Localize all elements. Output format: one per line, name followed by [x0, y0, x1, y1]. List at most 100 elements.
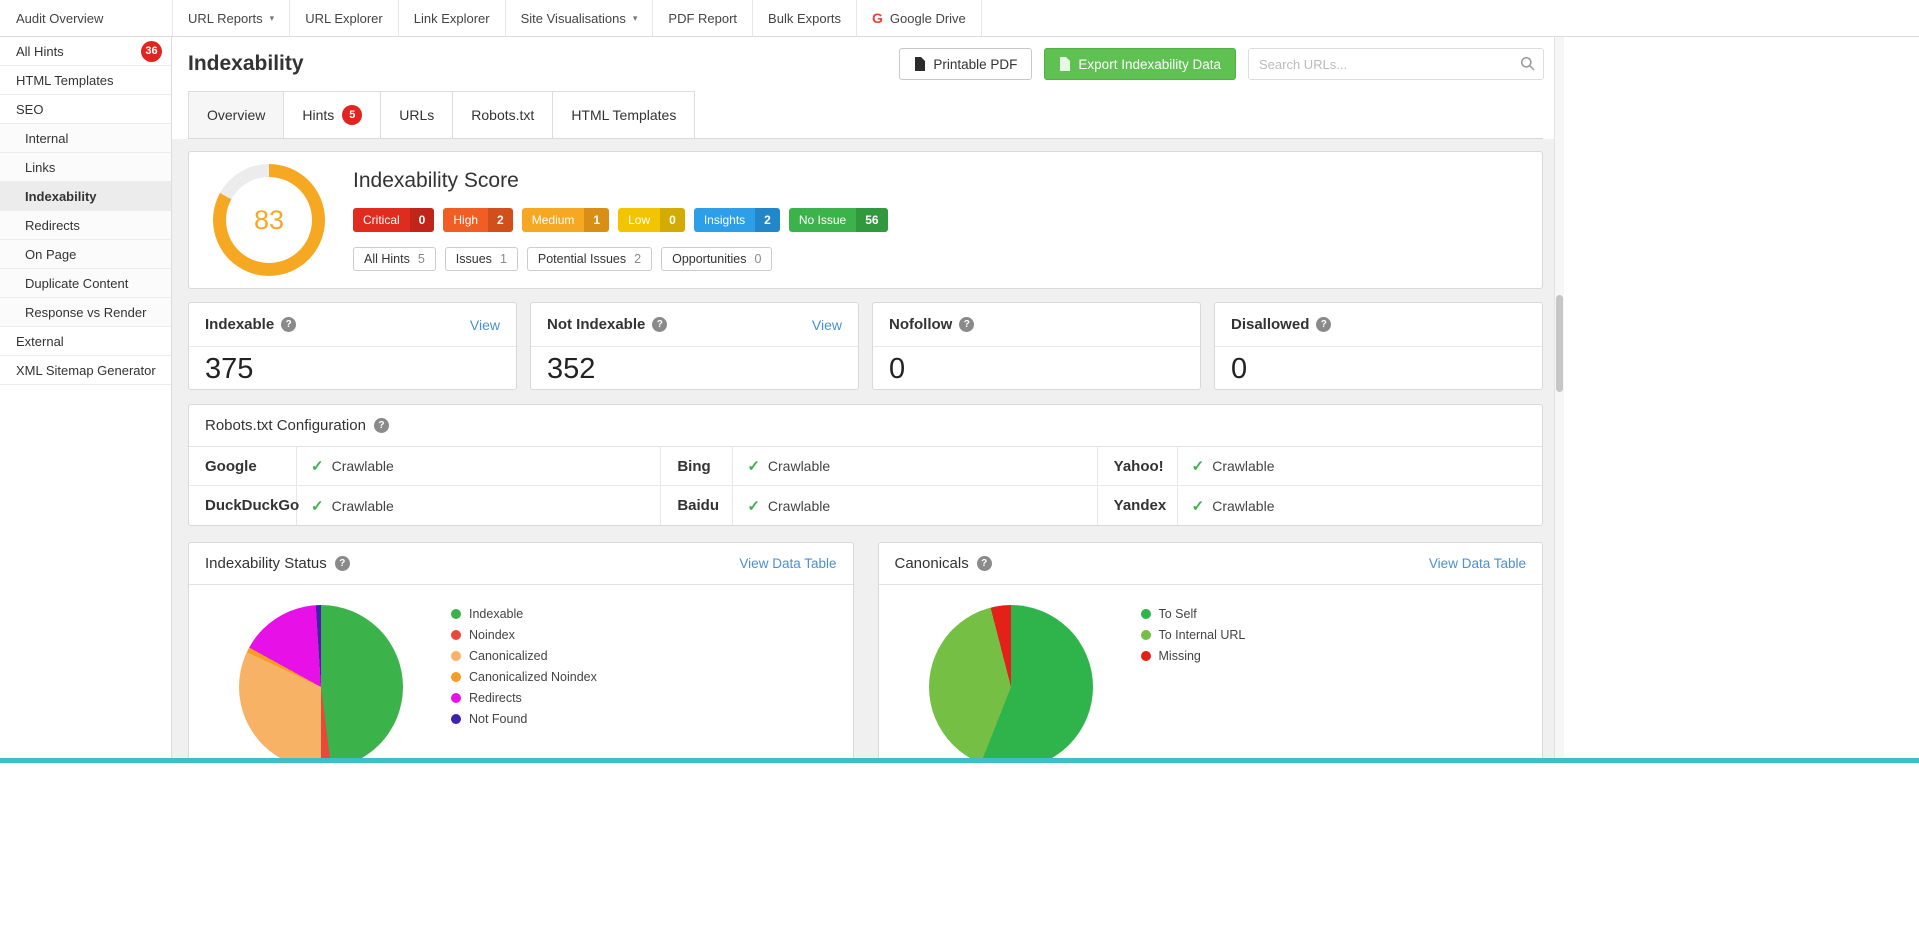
printable-pdf-button[interactable]: Printable PDF: [899, 48, 1033, 80]
stat-label: Not Indexable: [547, 316, 646, 333]
sidebar-item-label: Duplicate Content: [25, 275, 129, 291]
sidebar: All Hints 36 HTML Templates SEO Internal…: [0, 37, 172, 758]
sidebar-item-label: Redirects: [25, 217, 80, 233]
engine-duckduckgo: DuckDuckGo: [189, 486, 299, 525]
main-panel: Indexability Printable PDF Export Indexa…: [172, 37, 1554, 758]
tab-overview[interactable]: Overview: [188, 91, 285, 138]
view-link[interactable]: View: [812, 317, 842, 333]
indexability-score-value: 83: [253, 204, 285, 235]
legend-label: Indexable: [469, 607, 524, 621]
sidebar-item-on-page[interactable]: On Page: [0, 240, 171, 269]
legend-dot: [1140, 651, 1151, 661]
audit-overview-brand[interactable]: Audit Overview: [0, 0, 172, 36]
robots-txt-configuration-card: Robots.txt Configuration ? Google ✓ Craw…: [188, 404, 1543, 526]
nav-url-explorer[interactable]: URL Explorer: [289, 0, 398, 36]
search-icon[interactable]: [1520, 56, 1535, 76]
sidebar-item-xml-sitemap-generator[interactable]: XML Sitemap Generator: [0, 356, 171, 385]
sidebar-item-indexability[interactable]: Indexability: [0, 182, 171, 211]
help-icon[interactable]: ?: [373, 418, 389, 433]
tab-html-templates[interactable]: HTML Templates: [553, 91, 696, 138]
legend-item: Canonicalized: [451, 649, 597, 663]
view-data-table-link[interactable]: View Data Table: [739, 556, 836, 571]
help-icon[interactable]: ?: [652, 317, 668, 332]
help-icon[interactable]: ?: [281, 317, 297, 332]
search-box: [1248, 48, 1544, 80]
view-link[interactable]: View: [470, 317, 500, 333]
sidebar-item-all-hints[interactable]: All Hints 36: [0, 37, 171, 66]
canonicals-pie[interactable]: [928, 605, 1093, 758]
stat-label: Nofollow: [889, 316, 953, 333]
sidebar-item-seo[interactable]: SEO: [0, 95, 171, 124]
help-icon[interactable]: ?: [976, 556, 992, 571]
tab-hints[interactable]: Hints 5: [284, 91, 382, 138]
nav-pdf-report[interactable]: PDF Report: [652, 0, 752, 36]
indexability-status-pie[interactable]: [239, 605, 403, 758]
sidebar-item-label: Links: [25, 159, 56, 175]
nav-google-drive[interactable]: G Google Drive: [856, 0, 982, 36]
filter-label: Issues: [455, 252, 492, 266]
filter-potential-issues[interactable]: Potential Issues 2: [526, 247, 653, 271]
sidebar-item-duplicate-content[interactable]: Duplicate Content: [0, 269, 171, 298]
status-yandex: ✓ Crawlable: [1178, 486, 1542, 525]
check-icon: ✓: [1191, 458, 1205, 475]
sidebar-item-response-vs-render[interactable]: Response vs Render: [0, 298, 171, 327]
indexability-score-donut: 83: [213, 164, 325, 276]
severity-badge-row: Critical 0 High 2 Medium 1 Low 0 Insight…: [353, 208, 888, 232]
legend-item: Missing: [1140, 649, 1246, 663]
severity-label: Medium: [521, 208, 585, 232]
engine-google: Google: [189, 447, 297, 486]
search-input[interactable]: [1248, 48, 1544, 80]
severity-count: 2: [755, 208, 780, 232]
vertical-scrollbar[interactable]: [1554, 37, 1564, 758]
help-icon[interactable]: ?: [959, 317, 975, 332]
indexability-score-card: 83 Indexability Score Critical 0 High 2 …: [188, 151, 1543, 289]
nav-label: Link Explorer: [413, 10, 490, 26]
sidebar-item-html-templates[interactable]: HTML Templates: [0, 66, 171, 95]
check-icon: ✓: [311, 497, 324, 515]
legend-label: To Self: [1158, 607, 1197, 621]
scrollbar-thumb[interactable]: [1556, 295, 1563, 392]
help-icon[interactable]: ?: [334, 556, 350, 571]
sidebar-item-label: Internal: [25, 130, 69, 146]
tab-label: URLs: [399, 107, 435, 123]
status-duckduckgo: ✓ Crawlable: [297, 486, 662, 525]
nav-label: Google Drive: [889, 10, 966, 26]
filter-opportunities[interactable]: Opportunities 0: [661, 247, 773, 271]
nav-link-explorer[interactable]: Link Explorer: [397, 0, 505, 36]
severity-badge-critical[interactable]: Critical 0: [353, 208, 435, 232]
severity-badge-insights[interactable]: Insights 2: [693, 208, 780, 232]
nav-site-visualisations[interactable]: Site Visualisations ▾: [504, 0, 653, 36]
chart-legend: Indexable Noindex Canonicalized Canonica…: [451, 605, 597, 726]
sidebar-item-links[interactable]: Links: [0, 153, 171, 182]
canonicals-card: Canonicals ? View Data Table To Self To …: [877, 542, 1543, 758]
export-button[interactable]: Export Indexability Data: [1044, 48, 1236, 80]
tab-urls[interactable]: URLs: [381, 91, 454, 138]
severity-label: Critical: [353, 208, 410, 232]
stat-label: Indexable: [205, 316, 275, 333]
view-data-table-link[interactable]: View Data Table: [1429, 556, 1526, 571]
sidebar-item-label: On Page: [25, 246, 77, 262]
filter-issues[interactable]: Issues 1: [444, 247, 518, 271]
filter-count: 2: [634, 252, 642, 266]
tab-label: Robots.txt: [471, 107, 535, 123]
tab-label: Overview: [207, 107, 266, 123]
severity-badge-no-issue[interactable]: No Issue 56: [788, 208, 888, 232]
nav-bulk-exports[interactable]: Bulk Exports: [752, 0, 856, 36]
sidebar-item-external[interactable]: External: [0, 327, 171, 356]
chevron-down-icon: ▾: [269, 12, 275, 23]
severity-badge-high[interactable]: High 2: [443, 208, 513, 232]
tab-robots-txt[interactable]: Robots.txt: [453, 91, 554, 138]
severity-badge-low[interactable]: Low 0: [618, 208, 685, 232]
sidebar-item-internal[interactable]: Internal: [0, 124, 171, 153]
export-file-icon: [1060, 57, 1071, 71]
filter-all-hints[interactable]: All Hints 5: [353, 247, 436, 271]
card-title: Robots.txt Configuration: [205, 417, 366, 434]
severity-count: 0: [409, 208, 435, 232]
severity-badge-medium[interactable]: Medium 1: [521, 208, 610, 232]
sidebar-item-redirects[interactable]: Redirects: [0, 211, 171, 240]
check-icon: ✓: [747, 458, 760, 475]
help-icon[interactable]: ?: [1316, 317, 1332, 332]
hints-count-badge: 36: [141, 40, 162, 62]
nav-url-reports[interactable]: URL Reports ▾: [172, 0, 289, 36]
filter-count: 1: [499, 252, 507, 266]
